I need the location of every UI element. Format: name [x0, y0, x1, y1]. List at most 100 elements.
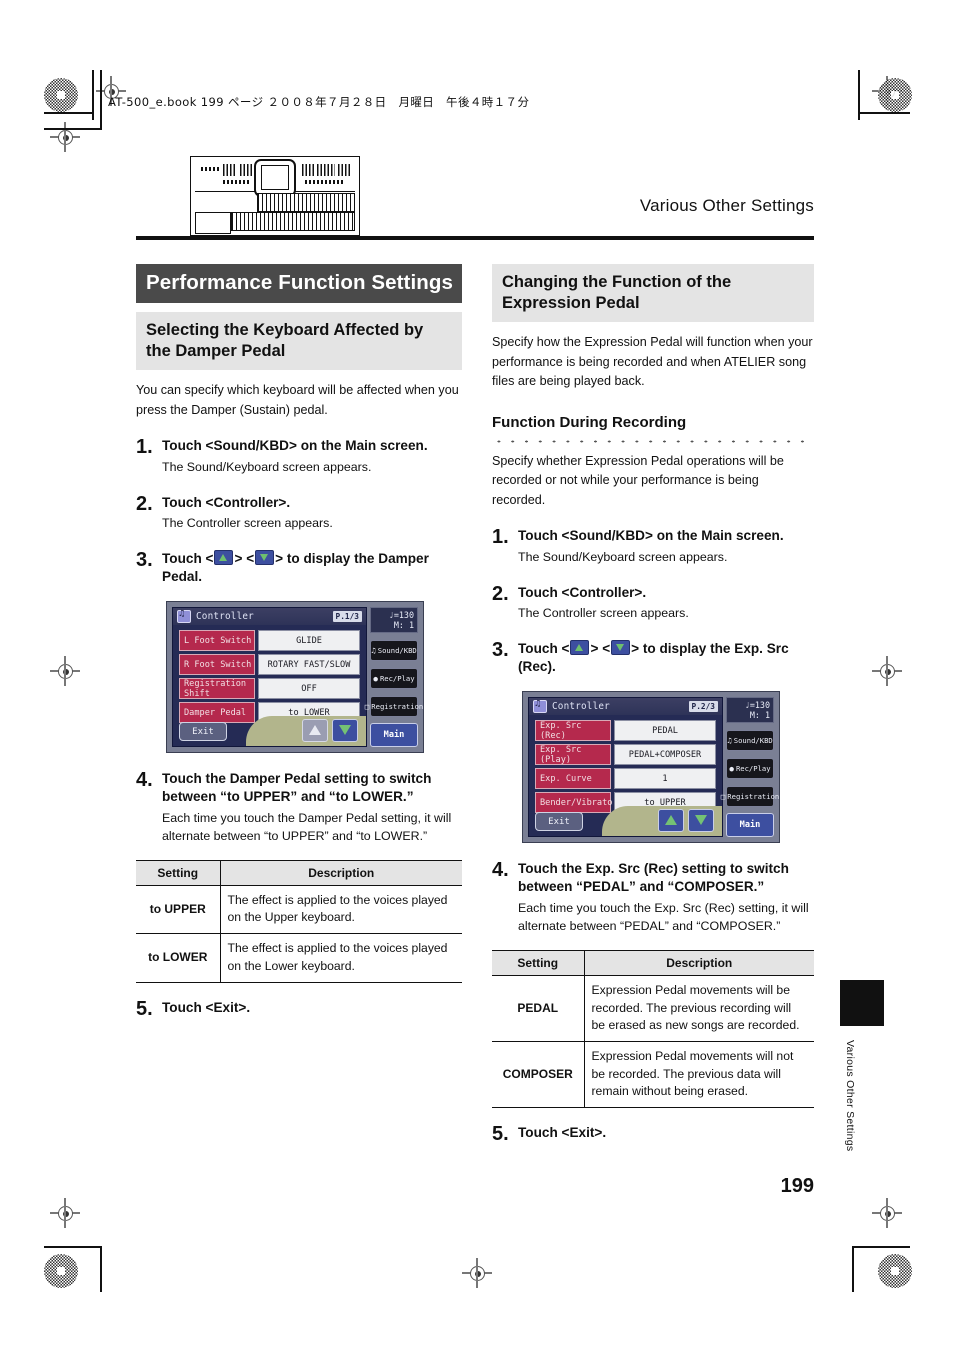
table-header-setting: Setting	[136, 860, 221, 886]
step-heading: Touch < > < > to display the Damper Pedal.	[162, 549, 462, 585]
lcd-screen: Controller P.2/3 Exp. Src (Rec) PEDAL Ex…	[528, 697, 723, 838]
section-title: Performance Function Settings	[136, 264, 462, 303]
step-2: 2. Touch <Controller>. The Controller sc…	[492, 584, 814, 623]
lcd-bottom-area: Exit	[173, 716, 366, 747]
intro-paragraph: Specify how the Expression Pedal will fu…	[492, 335, 813, 389]
lcd-row-value[interactable]: OFF	[258, 678, 360, 700]
registration-mark-left-middle	[50, 656, 80, 686]
table-cell-description: Expression Pedal movements will be recor…	[584, 975, 814, 1042]
lcd-row: Exp. Curve 1	[535, 768, 716, 790]
sound-kbd-button[interactable]: ♫ Sound/KBD	[726, 730, 774, 752]
lcd-row: Exp. Src (Play) PEDAL+COMPOSER	[535, 744, 716, 766]
rec-play-button[interactable]: ● Rec/Play	[370, 668, 418, 690]
lcd-row-value[interactable]: PEDAL+COMPOSER	[614, 744, 716, 766]
lcd-title-bar: Controller P.1/3	[173, 608, 366, 626]
registration-button[interactable]: □ Registration	[365, 696, 423, 718]
lcd-row: Registration Shift OFF	[179, 678, 360, 700]
step-2: 2. Touch <Controller>. The Controller sc…	[136, 493, 462, 533]
step-5: 5. Touch <Exit>.	[136, 999, 462, 1019]
subsection-title: Selecting the Keyboard Affected by the D…	[136, 312, 462, 371]
step-number: 4.	[492, 859, 509, 882]
step-heading: Touch <Exit>.	[518, 1124, 607, 1140]
lcd-down-arrow-button[interactable]	[688, 809, 714, 833]
step-1: 1. Touch <Sound/KBD> on the Main screen.…	[492, 527, 814, 566]
registration-button[interactable]: □ Registration	[721, 786, 779, 808]
step-detail: The Controller screen appears.	[518, 606, 689, 621]
down-arrow-icon	[255, 549, 275, 565]
step-number: 1.	[136, 436, 153, 459]
lcd-row-value[interactable]: ROTARY FAST/SLOW	[258, 654, 360, 676]
music-note-icon	[533, 699, 547, 714]
step-heading: Touch the Exp. Src (Rec) setting to swit…	[518, 861, 789, 894]
step-number: 5.	[136, 997, 153, 1020]
page-number: 199	[780, 1175, 814, 1197]
lcd-row-label: Exp. Curve	[535, 768, 611, 790]
lcd-rows: L Foot Switch GLIDE R Foot Switch ROTARY…	[179, 630, 360, 726]
step-number: 2.	[492, 582, 509, 605]
step-number: 5.	[492, 1122, 509, 1145]
header-rule	[136, 236, 814, 240]
lcd-down-arrow-button[interactable]	[332, 719, 358, 743]
music-note-icon	[177, 609, 191, 624]
step-3: 3. Touch < > < > to display the Exp. Src (…	[492, 640, 814, 675]
lcd-page-indicator: P.1/3	[332, 611, 362, 623]
print-slug-line: AT-500_e.book 199 ページ ２００８年７月２８日 月曜日 午後４…	[108, 95, 530, 109]
speaker-icon: ●	[373, 674, 378, 684]
step-4: 4. Touch the Damper Pedal setting to swi…	[136, 770, 462, 846]
registration-mark-bottom-center	[462, 1258, 492, 1288]
speaker-icon: ●	[729, 764, 734, 774]
sound-kbd-button[interactable]: ♫ Sound/KBD	[370, 640, 418, 662]
tempo-value: ♩=130	[744, 700, 770, 711]
lcd-bottom-area: Exit	[529, 806, 722, 837]
crop-line	[44, 128, 102, 130]
step-1: 1. Touch <Sound/KBD> on the Main screen.…	[136, 437, 462, 476]
rec-play-button[interactable]: ● Rec/Play	[726, 758, 774, 780]
step-text-mid: > <	[234, 550, 255, 566]
lcd-up-arrow-button[interactable]	[302, 719, 328, 743]
registration-label: Registration	[727, 792, 780, 802]
note-icon: ♫	[371, 646, 376, 656]
lcd-exit-button[interactable]: Exit	[535, 812, 583, 832]
step-4: 4. Touch the Exp. Src (Rec) setting to s…	[492, 860, 814, 936]
lcd-row-label: Registration Shift	[179, 678, 255, 700]
manual-page: AT-500_e.book 199 ページ ２００８年７月２８日 月曜日 午後４…	[0, 0, 954, 1351]
lcd-title: Controller	[196, 611, 254, 623]
rec-play-label: Rec/Play	[379, 674, 415, 684]
lcd-row-value[interactable]: GLIDE	[258, 630, 360, 652]
step-number: 4.	[136, 769, 153, 792]
step-detail: Each time you touch the Damper Pedal set…	[162, 810, 452, 844]
intro-paragraph-2: Specify whether Expression Pedal operati…	[492, 453, 784, 507]
crop-line	[852, 1246, 910, 1248]
exp-src-rec-settings-table: Setting Description PEDAL Expression Ped…	[492, 950, 814, 1108]
step-heading: Touch < > < > to display the Exp. Src (Rec…	[518, 639, 814, 675]
halftone-target-bottom-right	[878, 1254, 912, 1288]
lcd-exit-button[interactable]: Exit	[179, 722, 227, 742]
subsection-title: Changing the Function of the Expression …	[492, 264, 814, 323]
step-heading: Touch <Controller>.	[162, 494, 291, 510]
step-detail: The Sound/Keyboard screen appears.	[162, 459, 372, 474]
main-button[interactable]: Main	[370, 723, 418, 748]
step-detail: Each time you touch the Exp. Src (Rec) s…	[518, 900, 809, 934]
lcd-page-indicator: P.2/3	[688, 701, 718, 713]
lcd-up-arrow-button[interactable]	[658, 809, 684, 833]
lcd-row-value[interactable]: PEDAL	[614, 720, 716, 742]
step-detail: The Sound/Keyboard screen appears.	[518, 550, 728, 565]
main-button[interactable]: Main	[726, 813, 774, 838]
crop-line	[852, 1246, 854, 1292]
tempo-value: ♩=130	[388, 610, 414, 621]
lcd-title: Controller	[552, 701, 610, 713]
rec-play-label: Rec/Play	[735, 764, 771, 774]
crop-line	[44, 1246, 102, 1248]
down-arrow-icon	[611, 639, 631, 655]
table-row: COMPOSER Expression Pedal movements will…	[492, 1041, 814, 1108]
table-cell-setting: to UPPER	[136, 885, 221, 935]
lcd-side-panel: ♩=130 M: 1 ♫ Sound/KBD ● Rec/Play □ Registr…	[721, 697, 779, 838]
step-heading: Touch the Damper Pedal setting to switch…	[162, 771, 432, 804]
lcd-row-value[interactable]: 1	[614, 768, 716, 790]
sound-kbd-label: Sound/KBD	[377, 646, 417, 656]
step-heading: Touch <Sound/KBD> on the Main screen.	[162, 438, 428, 454]
right-column: Changing the Function of the Expression …	[492, 264, 814, 1144]
step-heading: Touch <Controller>.	[518, 584, 647, 600]
step-number: 3.	[492, 638, 509, 661]
lcd-row: L Foot Switch GLIDE	[179, 630, 360, 652]
